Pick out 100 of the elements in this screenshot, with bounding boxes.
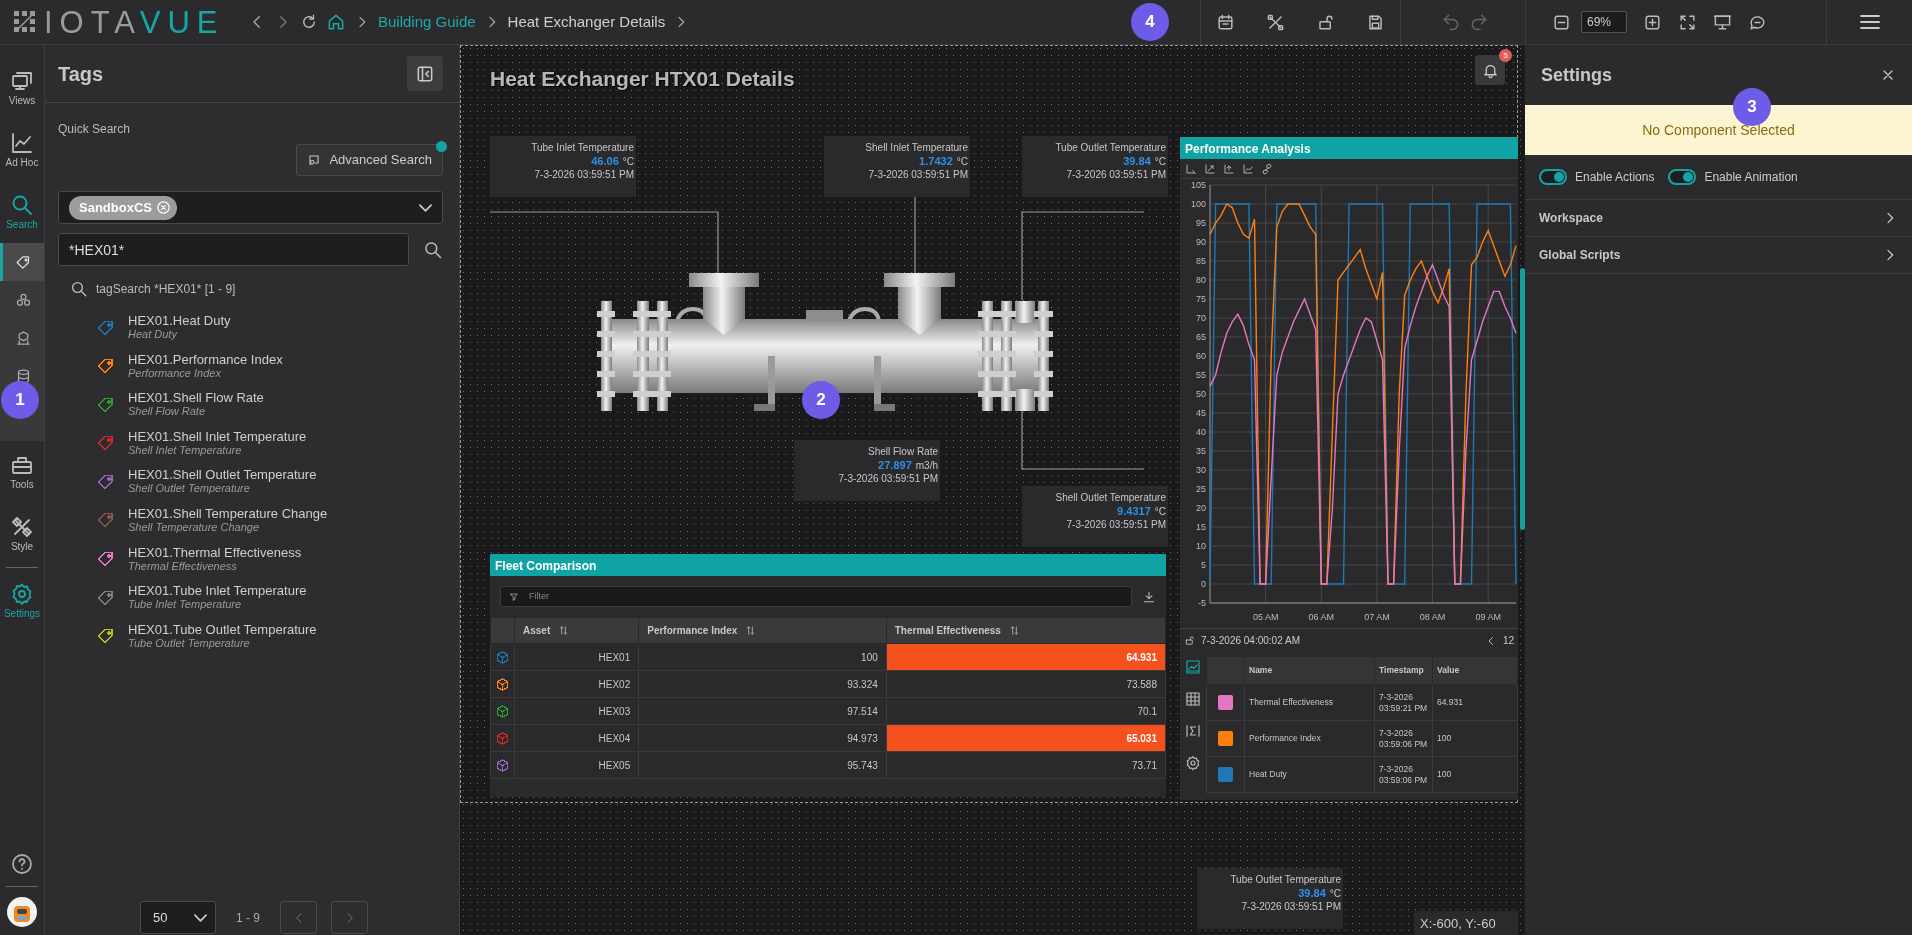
tag-name[interactable]: HEX01.Thermal Effectiveness	[128, 545, 302, 560]
tag-name[interactable]: HEX01.Tube Inlet Temperature	[128, 584, 307, 599]
zoom-field[interactable]: 69%	[1581, 11, 1627, 33]
tag-description: Shell Outlet Temperature	[128, 482, 251, 496]
axis-label: 10	[1196, 541, 1206, 551]
readout-timestamp: 7-3-2026 03:59:51 PM	[1065, 168, 1166, 182]
axis-label: 55	[1196, 370, 1206, 380]
readout-value: 46.06	[591, 154, 619, 168]
table-cell: 65.031	[886, 724, 1166, 752]
page-size-select[interactable]: 50	[140, 901, 216, 934]
search-field[interactable]: *HEX01*	[58, 233, 409, 266]
axis-label: 70	[1196, 313, 1206, 323]
table-cell: 70.1	[886, 697, 1166, 725]
tag-description: Shell Temperature Change	[128, 520, 260, 534]
readout-timestamp: 7-3-2026 03:59:51 PM	[1240, 900, 1341, 914]
tag-description: Heat Duty	[128, 328, 179, 341]
table-cell: 73.71	[886, 751, 1166, 779]
axis-label: 0	[1201, 579, 1206, 589]
readout-label: Shell Inlet Temperature	[864, 141, 968, 155]
section-header[interactable]: Workspace	[1539, 209, 1603, 227]
readout-timestamp: 7-3-2026 03:59:51 PM	[837, 472, 938, 486]
page-range: 1 - 9	[236, 909, 260, 927]
readout-unit: °C	[1154, 154, 1166, 168]
axis-label: 09 AM	[1475, 612, 1501, 622]
column-header: Name	[1244, 656, 1375, 685]
tag-name[interactable]: HEX01.Shell Flow Rate	[128, 391, 264, 406]
axis-label: 35	[1196, 446, 1206, 456]
cursor-coordinates: X:-600, Y:-60	[1414, 911, 1518, 935]
table-cell: 100	[1432, 720, 1518, 757]
column-header: Timestamp	[1374, 656, 1433, 685]
panel-header: Fleet Comparison	[490, 554, 1166, 576]
table-cell: HEX02	[514, 670, 639, 698]
axis-label: 85	[1196, 256, 1206, 266]
readout-value: 9.4317	[1117, 504, 1151, 518]
toggle-label: Enable Animation	[1704, 169, 1798, 186]
readout-label: Tube Outlet Temperature	[1229, 873, 1341, 887]
axis-label: 15	[1196, 522, 1206, 532]
readout-label: Tube Outlet Temperature	[1054, 141, 1166, 155]
axis-label: 100	[1190, 199, 1206, 209]
table-cell: Performance Index	[1244, 720, 1375, 757]
table-cell: 97.514	[638, 697, 887, 725]
readout-unit: m3/h	[915, 458, 938, 472]
nav-label: Ad Hoc	[5, 155, 39, 170]
table-cell: 94.973	[638, 724, 887, 752]
tag-name[interactable]: HEX01.Shell Temperature Change	[128, 506, 328, 521]
panel-header: Performance Analysis	[1180, 137, 1518, 159]
tag-description: Shell Inlet Temperature	[128, 443, 242, 457]
table-cell: 7-3-2026 03:59:06 PM	[1374, 720, 1433, 757]
table-cell: 95.743	[638, 751, 887, 779]
table-cell: 64.931	[1432, 684, 1518, 721]
axis-label: 25	[1196, 484, 1206, 494]
result-header: tagSearch *HEX01* [1 - 9]	[96, 281, 236, 298]
table-cell: Thermal Effectiveness	[1244, 684, 1375, 721]
panel-title: Tags	[58, 61, 104, 87]
readout-label: Shell Flow Rate	[866, 445, 938, 459]
axis-label: 45	[1196, 408, 1206, 418]
tag-name[interactable]: HEX01.Shell Inlet Temperature	[128, 429, 307, 444]
readout-label: Shell Outlet Temperature	[1054, 491, 1166, 505]
readout-unit: °C	[956, 154, 968, 168]
breadcrumb-link[interactable]: Building Guide	[378, 10, 476, 34]
toggle-label: Enable Actions	[1575, 169, 1655, 186]
table-cell: 64.931	[886, 643, 1166, 671]
cursor-timestamp: 7-3-2026 04:00:02 AM	[1201, 634, 1300, 648]
view-title: Heat Exchanger HTX01 Details	[490, 66, 795, 92]
tag-name[interactable]: HEX01.Tube Outlet Temperature	[128, 622, 317, 637]
axis-label: 60	[1196, 351, 1206, 361]
readout-value: 1.7432	[919, 154, 953, 168]
tag-description: Tube Inlet Temperature	[128, 598, 243, 612]
axis-label: 90	[1196, 237, 1206, 247]
axis-label: 07 AM	[1364, 612, 1390, 622]
tag-name[interactable]: HEX01.Shell Outlet Temperature	[128, 468, 317, 483]
nav-label: Settings	[3, 606, 41, 621]
nav-label: Style	[10, 539, 34, 554]
readout-value: 39.84	[1123, 154, 1151, 168]
tag-name[interactable]: HEX01.Performance Index	[128, 352, 283, 367]
table-cell: 7-3-2026 03:59:06 PM	[1374, 756, 1433, 793]
filter-field[interactable]: Filter	[500, 586, 1132, 607]
table-cell: HEX05	[514, 751, 639, 779]
logo-text: IOTAVUE	[44, 6, 225, 38]
table-cell: 73.588	[886, 670, 1166, 698]
axis-label: 30	[1196, 465, 1206, 475]
readout-unit: °C	[1154, 504, 1166, 518]
tag-description: Performance Index	[128, 366, 222, 380]
readout-value: 27.897	[878, 458, 912, 472]
readout-timestamp: 7-3-2026 03:59:51 PM	[867, 168, 968, 182]
tag-description: Tube Outlet Temperature	[128, 636, 250, 650]
tag-description: Thermal Effectiveness	[128, 559, 238, 573]
section-header[interactable]: Global Scripts	[1539, 246, 1621, 264]
table-cell: 7-3-2026 03:59:21 PM	[1374, 684, 1433, 721]
column-header: Value	[1432, 656, 1518, 685]
axis-label: 80	[1196, 275, 1206, 285]
axis-label: 75	[1196, 294, 1206, 304]
nav-label: Views	[8, 93, 36, 108]
readout-unit: °C	[1329, 886, 1341, 900]
axis-label: 20	[1196, 503, 1206, 513]
tag-name[interactable]: HEX01.Heat Duty	[128, 314, 231, 328]
axis-label: 05 AM	[1252, 612, 1279, 622]
axis-label: -5	[1198, 598, 1206, 608]
nav-label: Search	[6, 217, 38, 232]
axis-label: 105	[1190, 180, 1206, 190]
